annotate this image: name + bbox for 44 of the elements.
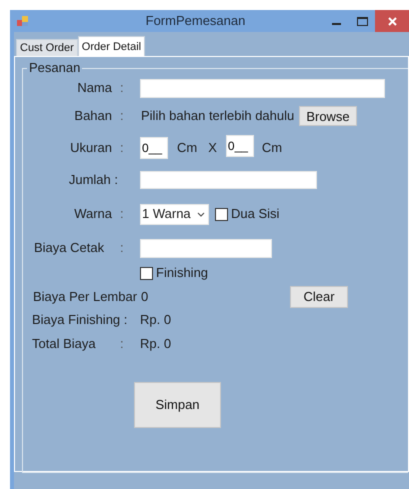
value-text: 0 [140, 288, 150, 306]
input-field[interactable] [140, 78, 385, 98]
app-icon [17, 16, 28, 26]
colon: : [119, 139, 125, 158]
checkbox-label: Dua Sisi [231, 205, 280, 224]
field-label: Nama [76, 79, 113, 98]
field-label: Biaya Finishing : [31, 311, 128, 330]
clear-button[interactable]: Clear [290, 286, 348, 308]
checkbox[interactable] [215, 208, 228, 220]
field-label: Biaya Per Lembar [32, 288, 138, 306]
hint-text: Pilih bahan terlebih dahulu [140, 107, 296, 126]
field-label: Jumlah : [68, 171, 119, 190]
width-field[interactable]: 0__ [140, 137, 168, 159]
value-text: Rp. 0 [140, 311, 172, 330]
height-field[interactable]: 0__ [226, 135, 254, 157]
colon: : [119, 335, 125, 354]
colon: : [119, 205, 125, 224]
unit-label: Cm [177, 139, 198, 158]
input-field[interactable] [140, 171, 317, 189]
separator-label: X [208, 139, 217, 158]
save-button[interactable]: Simpan [134, 382, 221, 428]
field-label: Ukuran [69, 139, 113, 158]
field-label: Total Biaya [31, 335, 97, 354]
window-title: FormPemesanan [146, 13, 246, 28]
checkbox-label: Finishing [156, 264, 208, 282]
caret-icon [196, 212, 205, 216]
field-label: Biaya Cetak [33, 239, 106, 258]
field-label: Bahan [73, 107, 113, 126]
value-text: Rp. 0 [140, 335, 172, 354]
field-label: Warna [73, 205, 113, 224]
color-dropdown[interactable]: 1 Warna [140, 204, 209, 224]
tab[interactable]: Order Detail [78, 36, 146, 56]
input-field[interactable] [140, 238, 272, 258]
close-button[interactable] [375, 10, 409, 32]
tab[interactable]: Cust Order [16, 39, 78, 56]
close-icon [388, 16, 396, 26]
maximize-icon [356, 16, 368, 26]
colon: : [119, 239, 125, 258]
checkbox[interactable] [140, 266, 153, 280]
browse-button[interactable]: Browse [299, 106, 357, 126]
colon: : [119, 79, 125, 98]
minimize-icon [332, 23, 340, 25]
colon: : [119, 107, 125, 126]
unit-label: Cm [262, 139, 282, 158]
